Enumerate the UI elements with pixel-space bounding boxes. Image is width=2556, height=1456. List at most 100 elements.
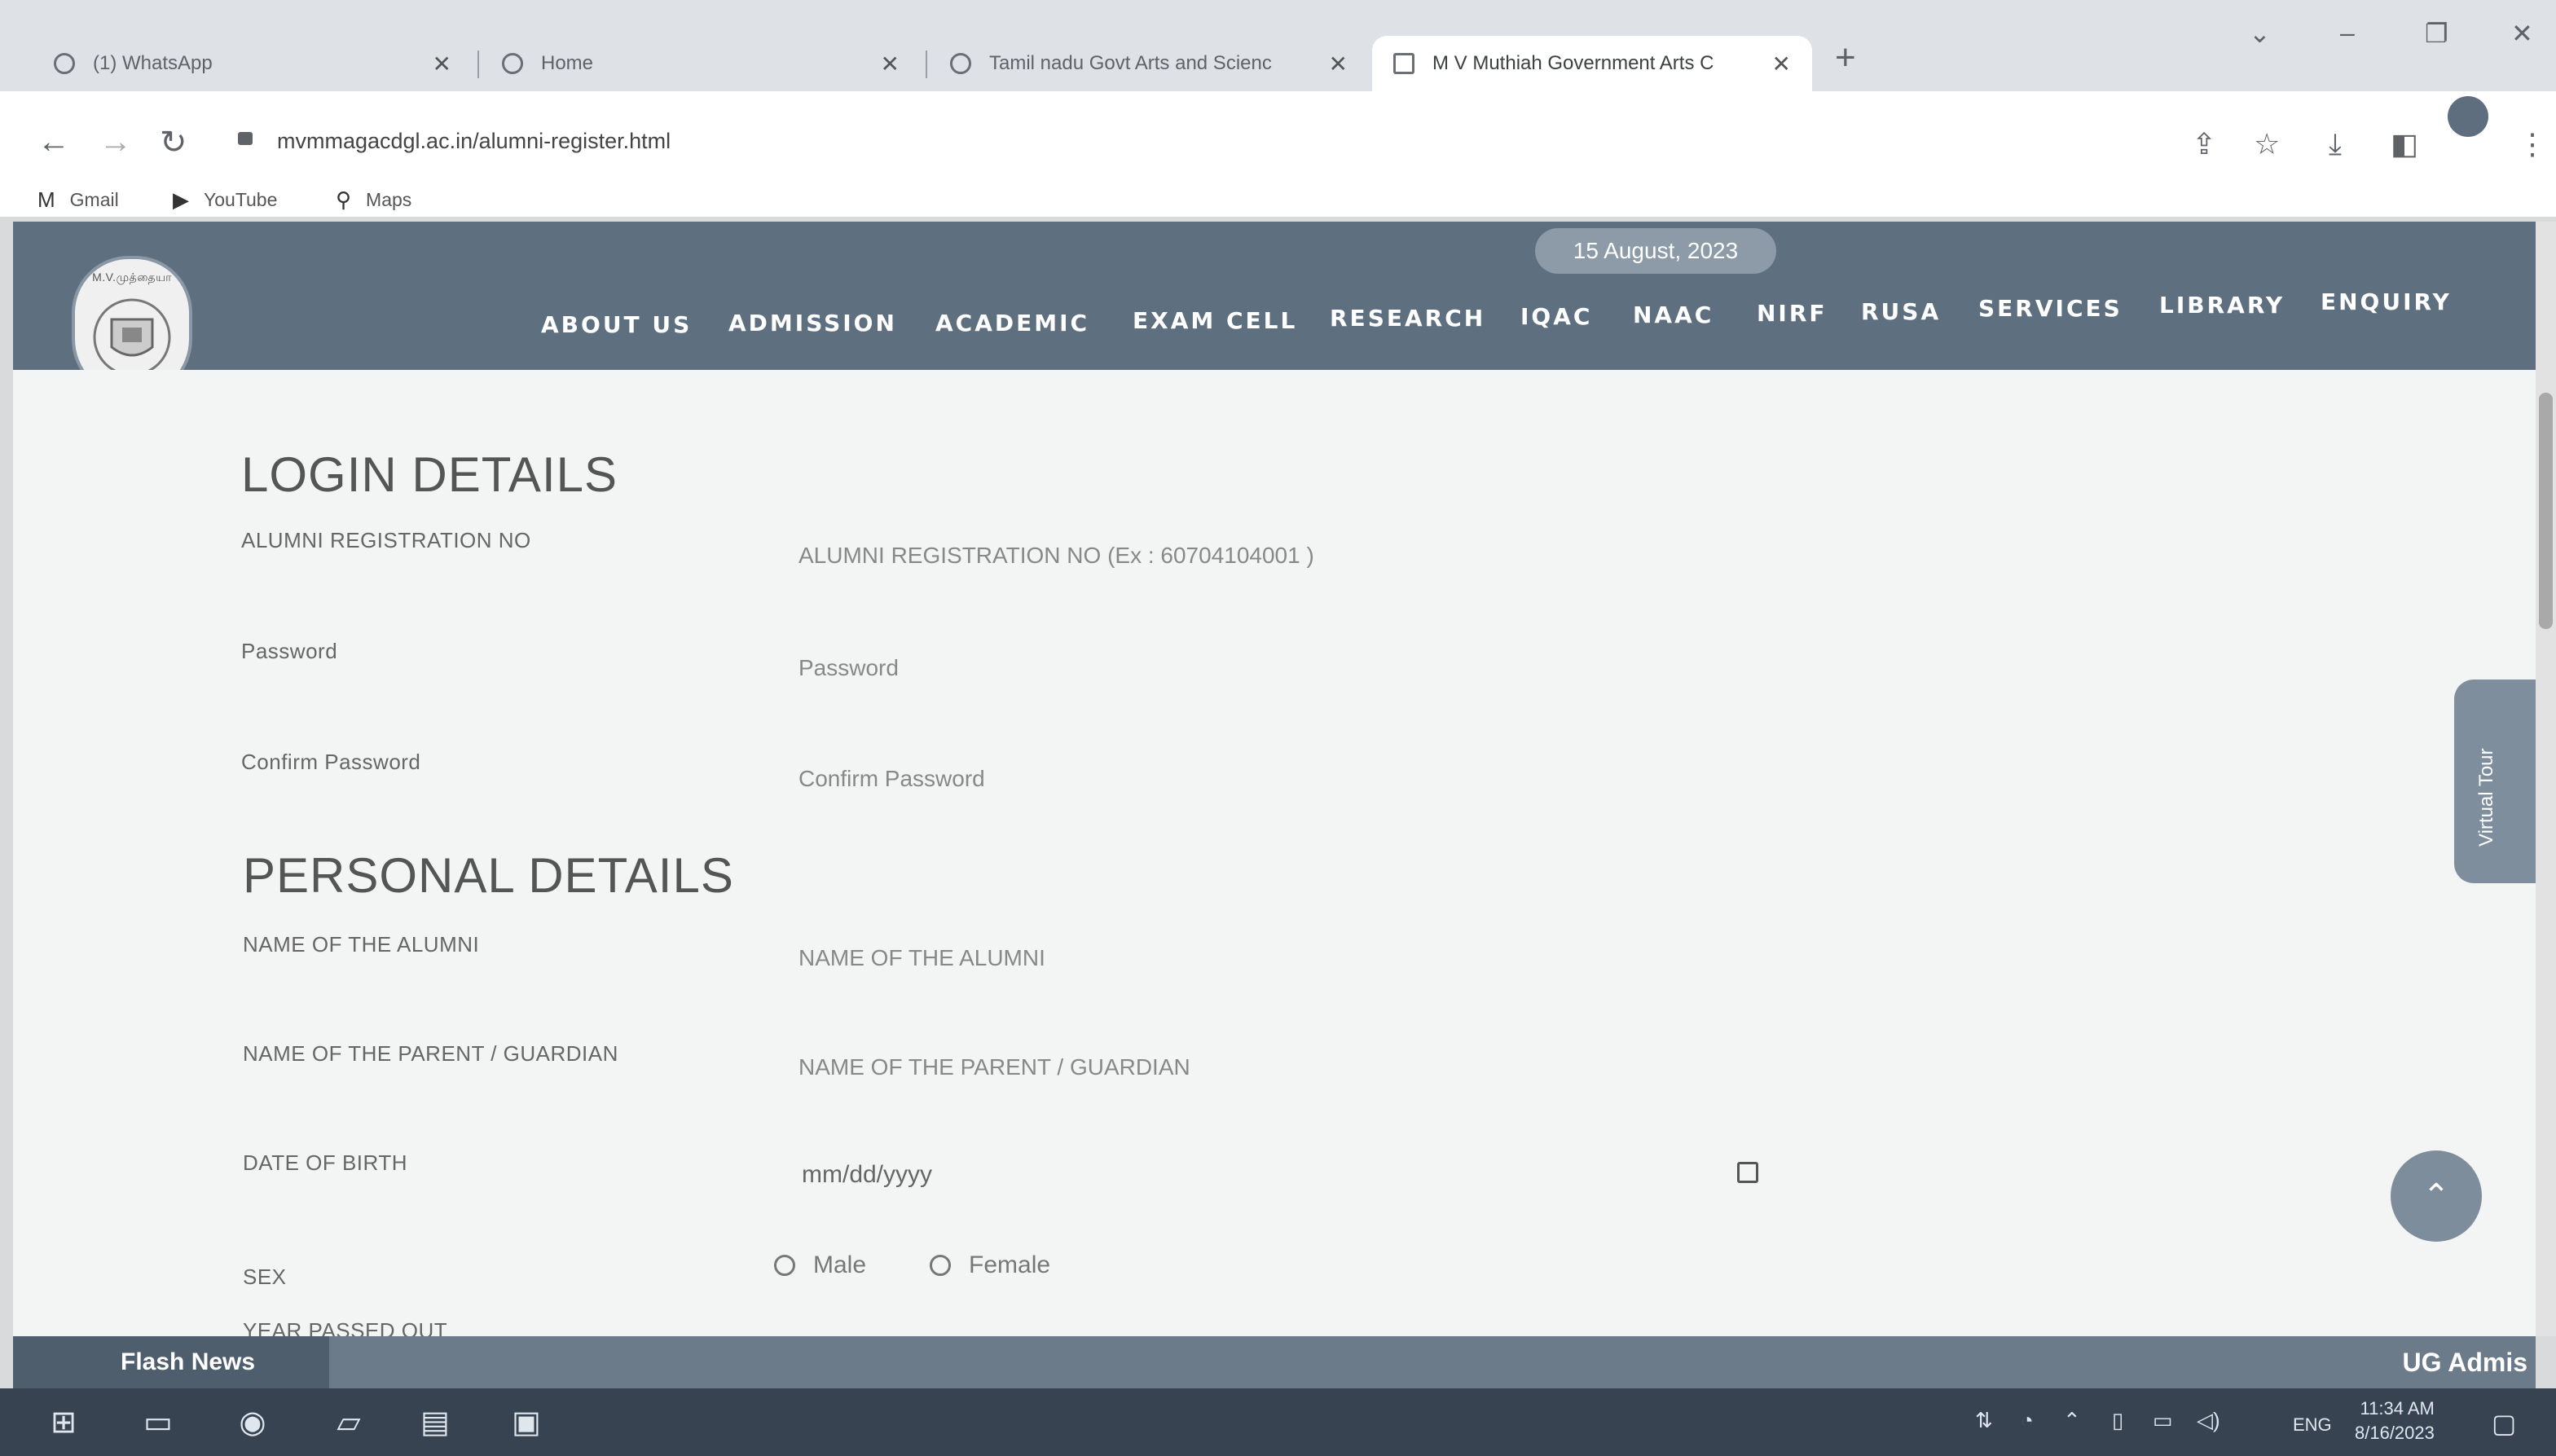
forward-icon[interactable]: → [99, 124, 132, 161]
reg-no-label: ALUMNI REGISTRATION NO [241, 528, 531, 552]
maps-icon: ⚲ [336, 187, 352, 212]
virtual-tour-button[interactable]: Virtual Tour [2454, 680, 2536, 883]
tab-title: Tamil nadu Govt Arts and Scienc [989, 52, 1272, 74]
network-icon[interactable]: ⇅ [1975, 1408, 1993, 1433]
new-tab-button[interactable]: + [1835, 37, 1856, 78]
close-icon[interactable]: ✕ [1772, 51, 1791, 77]
nav-rusa[interactable]: RUSA [1861, 298, 1941, 325]
login-details-heading: LOGIN DETAILS [241, 447, 618, 502]
nav-about-us[interactable]: ABOUT US [541, 311, 692, 338]
bookmark-label: Gmail [69, 189, 119, 210]
side-panel-icon[interactable]: ◧ [2391, 127, 2418, 161]
notes-icon[interactable]: ▣ [508, 1406, 544, 1439]
notification-icon[interactable]: ▢ [2492, 1408, 2516, 1439]
page-scrollbar[interactable] [2536, 222, 2556, 1336]
confirm-password-input[interactable] [784, 748, 1794, 810]
flash-news-ticker[interactable]: UG Admis [2403, 1348, 2528, 1378]
close-icon[interactable]: ✕ [881, 51, 900, 77]
tab-home[interactable]: Home ✕ [481, 36, 921, 91]
sex-radio-group: Male Female [774, 1251, 1114, 1279]
parent-name-input[interactable] [784, 1036, 1794, 1098]
tab-title: M V Muthiah Government Arts C [1432, 52, 1714, 74]
bookmark-label: Maps [366, 189, 412, 210]
chrome-icon[interactable]: ◉ [235, 1406, 271, 1439]
nav-services[interactable]: SERVICES [1978, 295, 2123, 322]
windows-start-icon[interactable]: ⊞ [46, 1406, 81, 1439]
confirm-password-label: Confirm Password [241, 750, 421, 774]
restore-icon[interactable]: ❐ [2425, 18, 2448, 49]
clock-date: 8/16/2023 [2355, 1423, 2435, 1443]
dob-placeholder: mm/dd/yyyy [802, 1161, 933, 1188]
alumni-name-input[interactable] [784, 927, 1794, 989]
nav-naac[interactable]: NAAC [1633, 301, 1714, 328]
bookmark-label: YouTube [204, 189, 278, 210]
language-indicator[interactable]: ENG [2293, 1414, 2332, 1436]
nav-academic[interactable]: ACADEMIC [935, 310, 1089, 337]
password-label: Password [241, 639, 338, 663]
bookmark-star-icon[interactable]: ☆ [2254, 127, 2280, 161]
tab-search-icon[interactable]: ⌄ [2249, 18, 2271, 49]
clock-time: 11:34 AM [2360, 1398, 2435, 1419]
nav-iqac[interactable]: IQAC [1520, 303, 1592, 330]
bookmark-youtube[interactable]: ▶ YouTube [173, 187, 277, 213]
share-icon[interactable]: ⇪ [2192, 127, 2216, 161]
profile-avatar[interactable] [2448, 96, 2488, 137]
personal-details-heading: PERSONAL DETAILS [243, 848, 734, 903]
nav-exam-cell[interactable]: EXAM CELL [1133, 307, 1297, 334]
dob-input[interactable]: mm/dd/yyyy [784, 1144, 1794, 1206]
male-radio[interactable] [774, 1255, 795, 1276]
password-input[interactable] [784, 637, 1794, 699]
download-icon[interactable]: ⤓ [2329, 127, 2342, 162]
nav-admission[interactable]: ADMISSION [728, 310, 897, 337]
reg-no-input[interactable] [784, 525, 1794, 587]
calendar-icon[interactable] [1737, 1162, 1758, 1183]
nav-library[interactable]: LIBRARY [2159, 292, 2285, 319]
nav-research[interactable]: RESEARCH [1330, 305, 1485, 332]
browser-tab-strip: (1) WhatsApp ✕ Home ✕ Tamil nadu Govt Ar… [0, 0, 2556, 91]
tab-divider [477, 51, 479, 78]
dob-label: DATE OF BIRTH [243, 1150, 407, 1175]
taskbar-clock[interactable]: 11:34 AM 8/16/2023 [2355, 1397, 2435, 1445]
usb-icon[interactable]: ▯ [2112, 1408, 2123, 1433]
wifi-icon[interactable]: ◔ [2021, 1408, 2034, 1433]
lock-icon [238, 132, 253, 145]
app-icon[interactable]: ▤ [417, 1406, 453, 1439]
bookmark-maps[interactable]: ⚲ Maps [336, 187, 411, 213]
tab-tamilnadu[interactable]: Tamil nadu Govt Arts and Scienc ✕ [929, 36, 1369, 91]
nav-nirf[interactable]: NIRF [1757, 300, 1828, 327]
scroll-to-top-button[interactable]: ⌃ [2391, 1150, 2482, 1242]
close-icon[interactable]: ✕ [1329, 51, 1348, 77]
close-icon[interactable]: ✕ [433, 51, 451, 77]
tab-whatsapp[interactable]: (1) WhatsApp ✕ [33, 36, 473, 91]
menu-icon[interactable]: ⋮ [2518, 127, 2547, 161]
gmail-icon: M [37, 187, 55, 212]
site-favicon [1393, 53, 1414, 74]
address-toolbar: ← → ↻ mvmmagacdgl.ac.in/alumni-register.… [0, 91, 2556, 194]
male-label: Male [813, 1251, 867, 1278]
flash-news-label: Flash News [13, 1336, 329, 1388]
whatsapp-icon [54, 53, 75, 74]
back-icon[interactable]: ← [37, 124, 70, 161]
female-label: Female [969, 1251, 1051, 1278]
address-bar[interactable]: mvmmagacdgl.ac.in/alumni-register.html [277, 129, 671, 154]
flash-news-bar: Flash News UG Admis [13, 1336, 2536, 1388]
folder-icon[interactable]: ▱ [331, 1406, 367, 1439]
volume-icon[interactable]: ◁) [2197, 1408, 2220, 1433]
scrollbar-thumb[interactable] [2539, 393, 2553, 629]
date-badge: 15 August, 2023 [1535, 228, 1776, 274]
minimize-icon[interactable]: – [2340, 18, 2355, 48]
nav-enquiry[interactable]: ENQUIRY [2321, 288, 2452, 315]
window-close-icon[interactable]: ✕ [2511, 18, 2533, 49]
monitor-icon[interactable]: ▭ [2153, 1408, 2173, 1433]
bookmarks-bar: M Gmail ▶ YouTube ⚲ Maps [0, 187, 2556, 217]
reload-icon[interactable]: ↻ [160, 124, 187, 161]
file-explorer-icon[interactable]: ▭ [140, 1406, 176, 1439]
globe-icon [950, 53, 971, 74]
bookmark-gmail[interactable]: M Gmail [37, 187, 119, 213]
sex-label: SEX [243, 1265, 287, 1289]
female-radio[interactable] [930, 1255, 952, 1276]
tray-arrow-icon[interactable]: ⌃ [2063, 1408, 2081, 1433]
tab-mvm-active[interactable]: M V Muthiah Government Arts C ✕ [1372, 36, 1812, 91]
site-header [13, 222, 2536, 370]
tab-title: (1) WhatsApp [93, 52, 213, 74]
